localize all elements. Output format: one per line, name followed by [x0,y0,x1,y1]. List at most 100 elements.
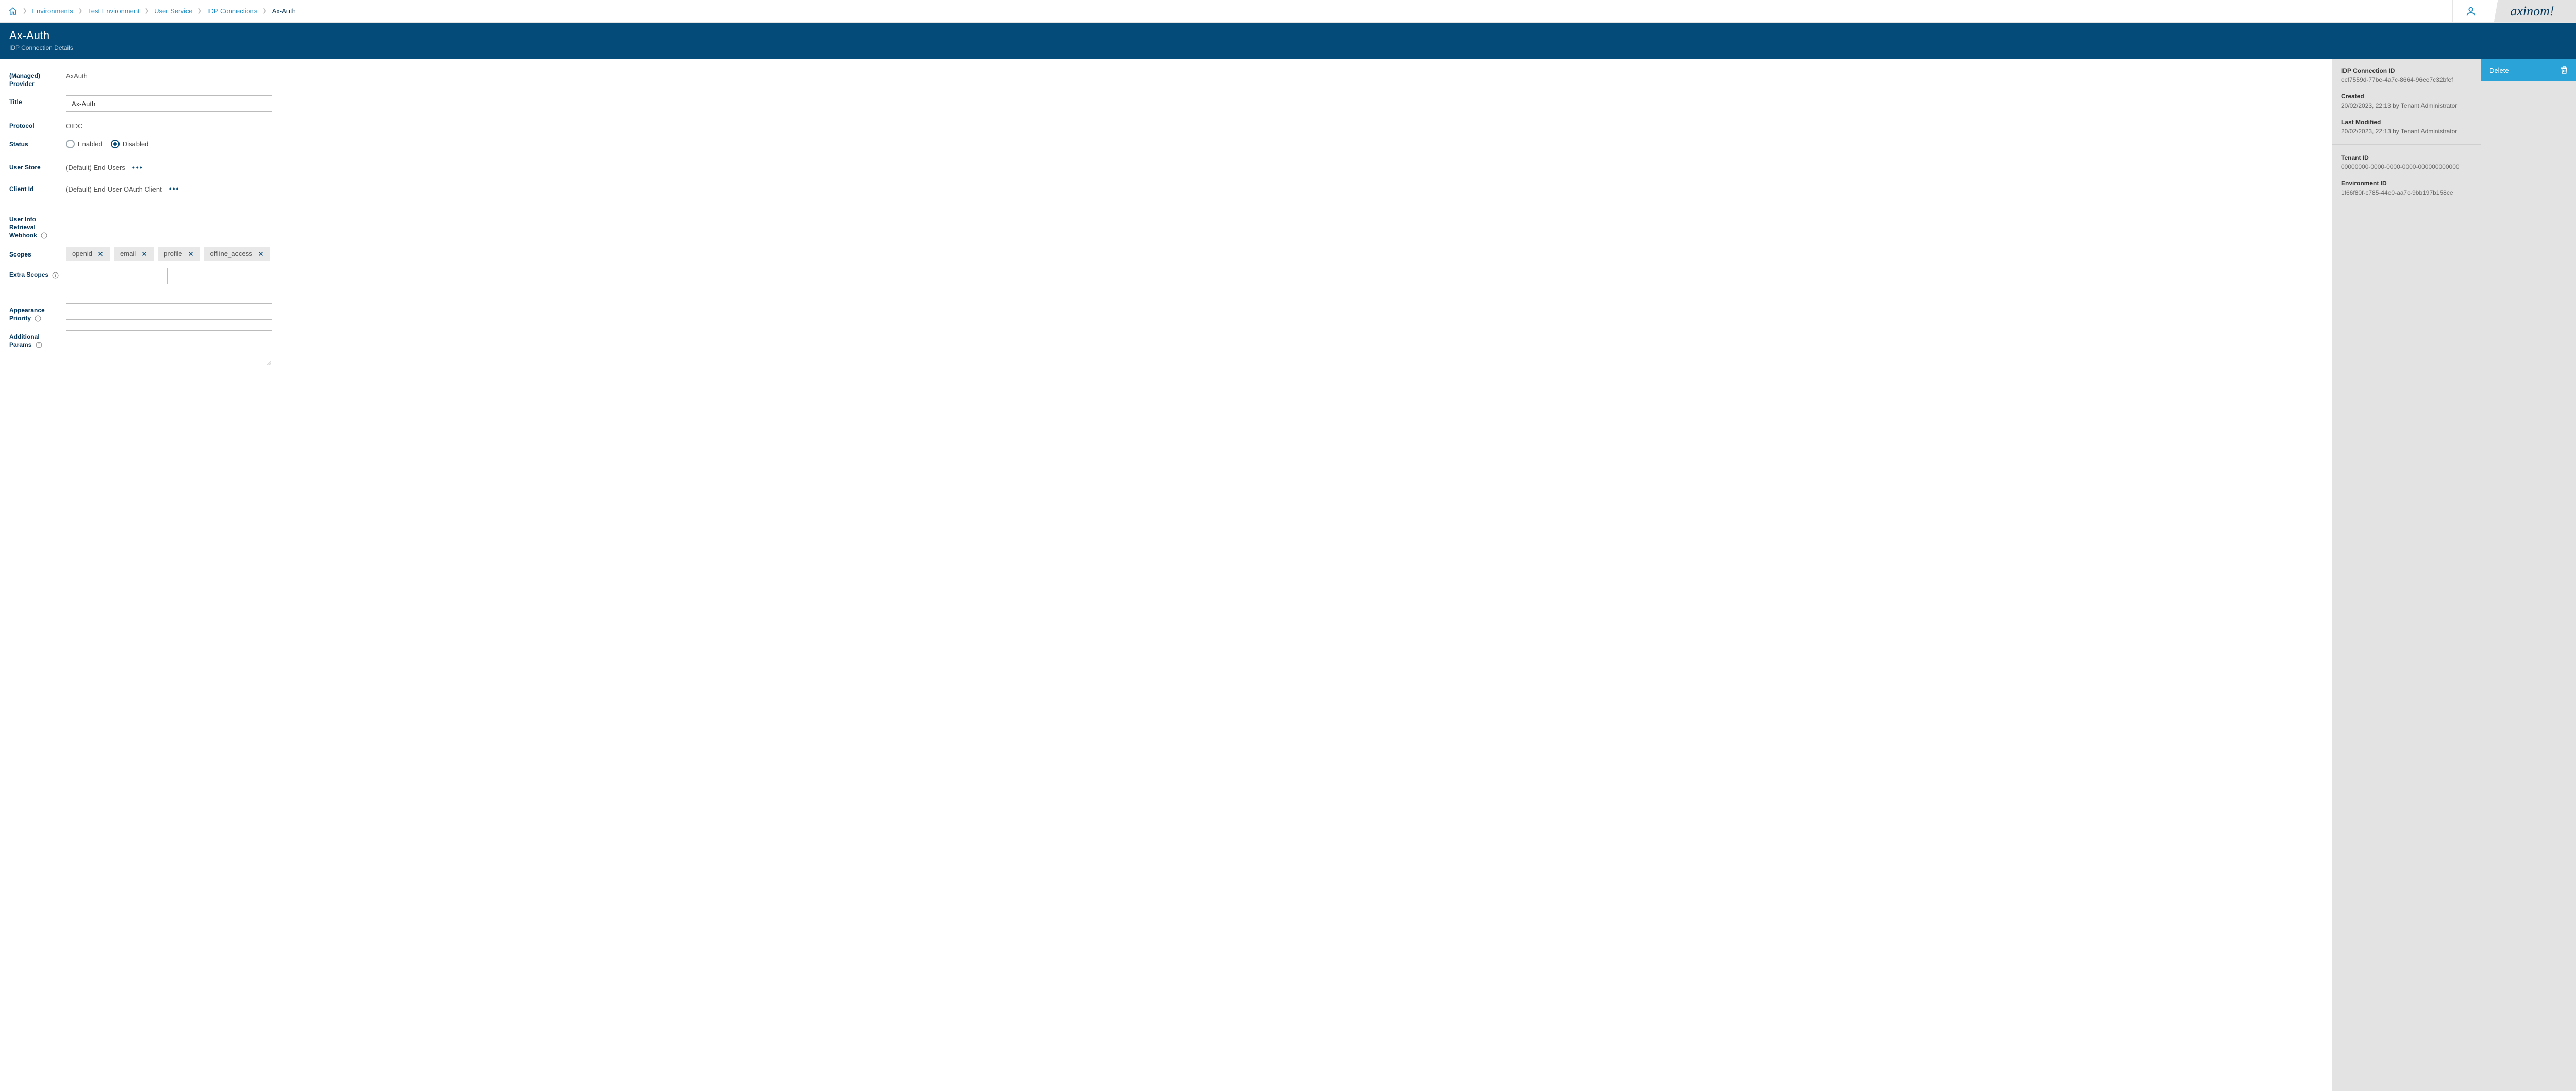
breadcrumb-link-environments[interactable]: Environments [32,7,73,15]
chevron-right-icon: ❯ [262,8,266,14]
meta-connection-id: IDP Connection ID ecf7559d-77be-4a7c-866… [2341,67,2472,83]
remove-scope-icon[interactable] [97,251,104,257]
remove-scope-icon[interactable] [141,251,147,257]
scope-tag-label: email [120,250,136,258]
label-additional-params: Additional Params [9,330,66,349]
brand-logo: axinom! [2488,0,2576,22]
meta-divider [2332,144,2481,145]
row-appearance-priority: Appearance Priority [9,303,2323,322]
meta-label-modified: Last Modified [2341,118,2472,126]
form-area: (Managed) Provider AxAuth Title Protocol… [0,59,2332,1091]
radio-disabled[interactable]: Disabled [111,140,149,148]
input-additional-params[interactable] [66,330,272,366]
breadcrumb-current: Ax-Auth [272,7,296,15]
label-status: Status [9,138,66,149]
more-options-user-store[interactable]: ••• [132,161,143,172]
breadcrumb-link-idp-connections[interactable]: IDP Connections [207,7,257,15]
user-menu[interactable] [2452,0,2488,22]
row-client-id: Client Id (Default) End-User OAuth Clien… [9,182,2323,194]
label-appearance-priority: Appearance Priority [9,303,66,322]
row-status: Status Enabled Disabled [9,138,2323,149]
top-bar: ❯ Environments ❯ Test Environment ❯ User… [0,0,2576,23]
radio-circle-icon [66,140,75,148]
scope-tag: profile [158,247,199,261]
chevron-right-icon: ❯ [23,8,27,14]
info-icon[interactable] [36,342,42,348]
meta-value-id: ecf7559d-77be-4a7c-8664-96ee7c32bfef [2341,76,2472,83]
row-provider: (Managed) Provider AxAuth [9,69,2323,88]
meta-created: Created 20/02/2023, 22:13 by Tenant Admi… [2341,93,2472,109]
action-panel: Delete [2481,59,2576,1091]
label-title: Title [9,95,66,107]
row-additional-params: Additional Params [9,330,2323,366]
row-webhook: User Info Retrieval Webhook [9,213,2323,240]
value-protocol: OIDC [66,119,83,130]
radio-label-enabled: Enabled [78,140,103,148]
row-scopes: Scopes openid email profile offline_access [9,247,2323,261]
input-extra-scopes[interactable] [66,268,168,284]
home-icon[interactable] [8,7,18,16]
label-extra-scopes: Extra Scopes [9,268,66,279]
meta-value-tenant: 00000000-0000-0000-0000-000000000000 [2341,163,2472,171]
radio-enabled[interactable]: Enabled [66,140,103,148]
meta-label-environment: Environment ID [2341,180,2472,187]
scope-tag-label: profile [164,250,182,258]
user-icon [2465,6,2477,17]
delete-button[interactable]: Delete [2481,59,2576,81]
value-user-store: (Default) End-Users [66,161,125,172]
value-provider: AxAuth [66,69,88,80]
info-icon[interactable] [35,315,41,322]
main-content: (Managed) Provider AxAuth Title Protocol… [0,59,2576,1091]
meta-environment: Environment ID 1f66f80f-c785-44e0-aa7c-9… [2341,180,2472,196]
brand-text: axinom! [2510,4,2554,19]
label-webhook-text: User Info Retrieval Webhook [9,216,37,239]
meta-label-id: IDP Connection ID [2341,67,2472,74]
meta-value-modified: 20/02/2023, 22:13 by Tenant Administrato… [2341,128,2472,135]
remove-scope-icon[interactable] [188,251,194,257]
info-icon[interactable] [41,232,47,239]
scopes-tags: openid email profile offline_access [66,247,270,261]
more-options-client-id[interactable]: ••• [169,182,180,193]
label-provider: (Managed) Provider [9,69,66,88]
meta-label-created: Created [2341,93,2472,100]
radio-circle-selected-icon [111,140,120,148]
input-appearance-priority[interactable] [66,303,272,320]
meta-modified: Last Modified 20/02/2023, 22:13 by Tenan… [2341,118,2472,135]
delete-button-label: Delete [2489,66,2509,74]
input-webhook[interactable] [66,213,272,229]
label-client-id: Client Id [9,182,66,194]
row-title: Title [9,95,2323,112]
label-user-store: User Store [9,161,66,172]
scope-tag: offline_access [204,247,270,261]
meta-value-created: 20/02/2023, 22:13 by Tenant Administrato… [2341,102,2472,109]
meta-panel: IDP Connection ID ecf7559d-77be-4a7c-866… [2332,59,2481,1091]
breadcrumb-link-test-environment[interactable]: Test Environment [88,7,139,15]
scope-tag-label: offline_access [210,250,252,258]
remove-scope-icon[interactable] [258,251,264,257]
meta-value-environment: 1f66f80f-c785-44e0-aa7c-9bb197b158ce [2341,189,2472,196]
input-title[interactable] [66,95,272,112]
scope-tag: email [114,247,154,261]
page-title: Ax-Auth [9,29,2567,42]
breadcrumb: ❯ Environments ❯ Test Environment ❯ User… [0,0,2452,22]
label-webhook: User Info Retrieval Webhook [9,213,66,240]
label-protocol: Protocol [9,119,66,130]
page-header: Ax-Auth IDP Connection Details [0,23,2576,59]
meta-tenant: Tenant ID 00000000-0000-0000-0000-000000… [2341,154,2472,171]
info-icon[interactable] [52,272,59,279]
scope-tag-label: openid [72,250,92,258]
label-scopes: Scopes [9,247,66,259]
row-extra-scopes: Extra Scopes [9,268,2323,284]
value-client-id: (Default) End-User OAuth Client [66,182,162,193]
row-user-store: User Store (Default) End-Users ••• [9,161,2323,172]
breadcrumb-link-user-service[interactable]: User Service [154,7,192,15]
label-extra-scopes-text: Extra Scopes [9,271,48,278]
row-protocol: Protocol OIDC [9,119,2323,130]
chevron-right-icon: ❯ [198,8,202,14]
chevron-right-icon: ❯ [145,8,149,14]
status-radio-group: Enabled Disabled [66,138,148,148]
meta-label-tenant: Tenant ID [2341,154,2472,161]
page-subtitle: IDP Connection Details [9,44,2567,52]
scope-tag: openid [66,247,110,261]
chevron-right-icon: ❯ [78,8,82,14]
